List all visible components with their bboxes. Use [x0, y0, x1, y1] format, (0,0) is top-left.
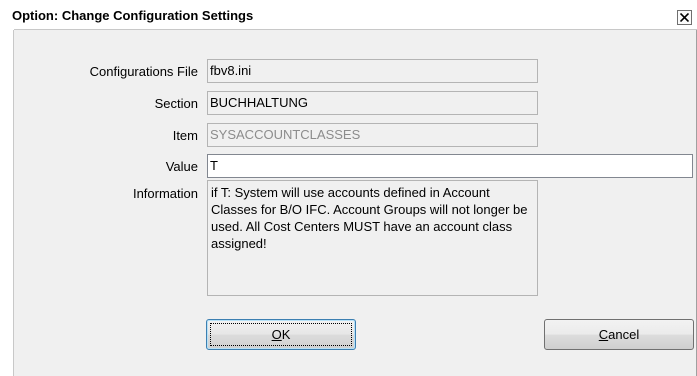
value-label: Value	[165, 159, 198, 174]
information-label: Information	[132, 186, 198, 201]
value-input[interactable]: T	[207, 154, 693, 178]
cancel-button-label: Cancel	[599, 327, 639, 342]
information-text: if T: System will use accounts defined i…	[207, 180, 538, 296]
ok-label-rest: K	[281, 327, 291, 342]
item-label: Item	[172, 128, 198, 143]
title-divider	[14, 29, 697, 30]
window-frame-edge	[13, 30, 14, 376]
ok-mnemonic: O	[271, 327, 282, 342]
configurations-file-label: Configurations File	[89, 64, 198, 79]
window-frame-left	[0, 30, 14, 376]
cancel-label-rest: ancel	[608, 327, 640, 342]
cancel-button[interactable]: Cancel	[544, 319, 694, 350]
change-configuration-dialog: Option: Change Configuration Settings Co…	[0, 0, 697, 376]
title-bar[interactable]: Option: Change Configuration Settings	[0, 0, 697, 30]
section-label: Section	[154, 96, 198, 111]
close-x-icon	[680, 13, 689, 22]
configurations-file-field: fbv8.ini	[207, 59, 538, 83]
dialog-title: Option: Change Configuration Settings	[12, 8, 254, 23]
section-field: BUCHHALTUNG	[207, 91, 538, 115]
ok-button-label: OK	[272, 327, 291, 342]
item-field: SYSACCOUNTCLASSES	[207, 123, 538, 147]
cancel-mnemonic: C	[598, 327, 609, 342]
close-button[interactable]	[677, 10, 692, 25]
ok-button[interactable]: OK	[206, 319, 356, 350]
